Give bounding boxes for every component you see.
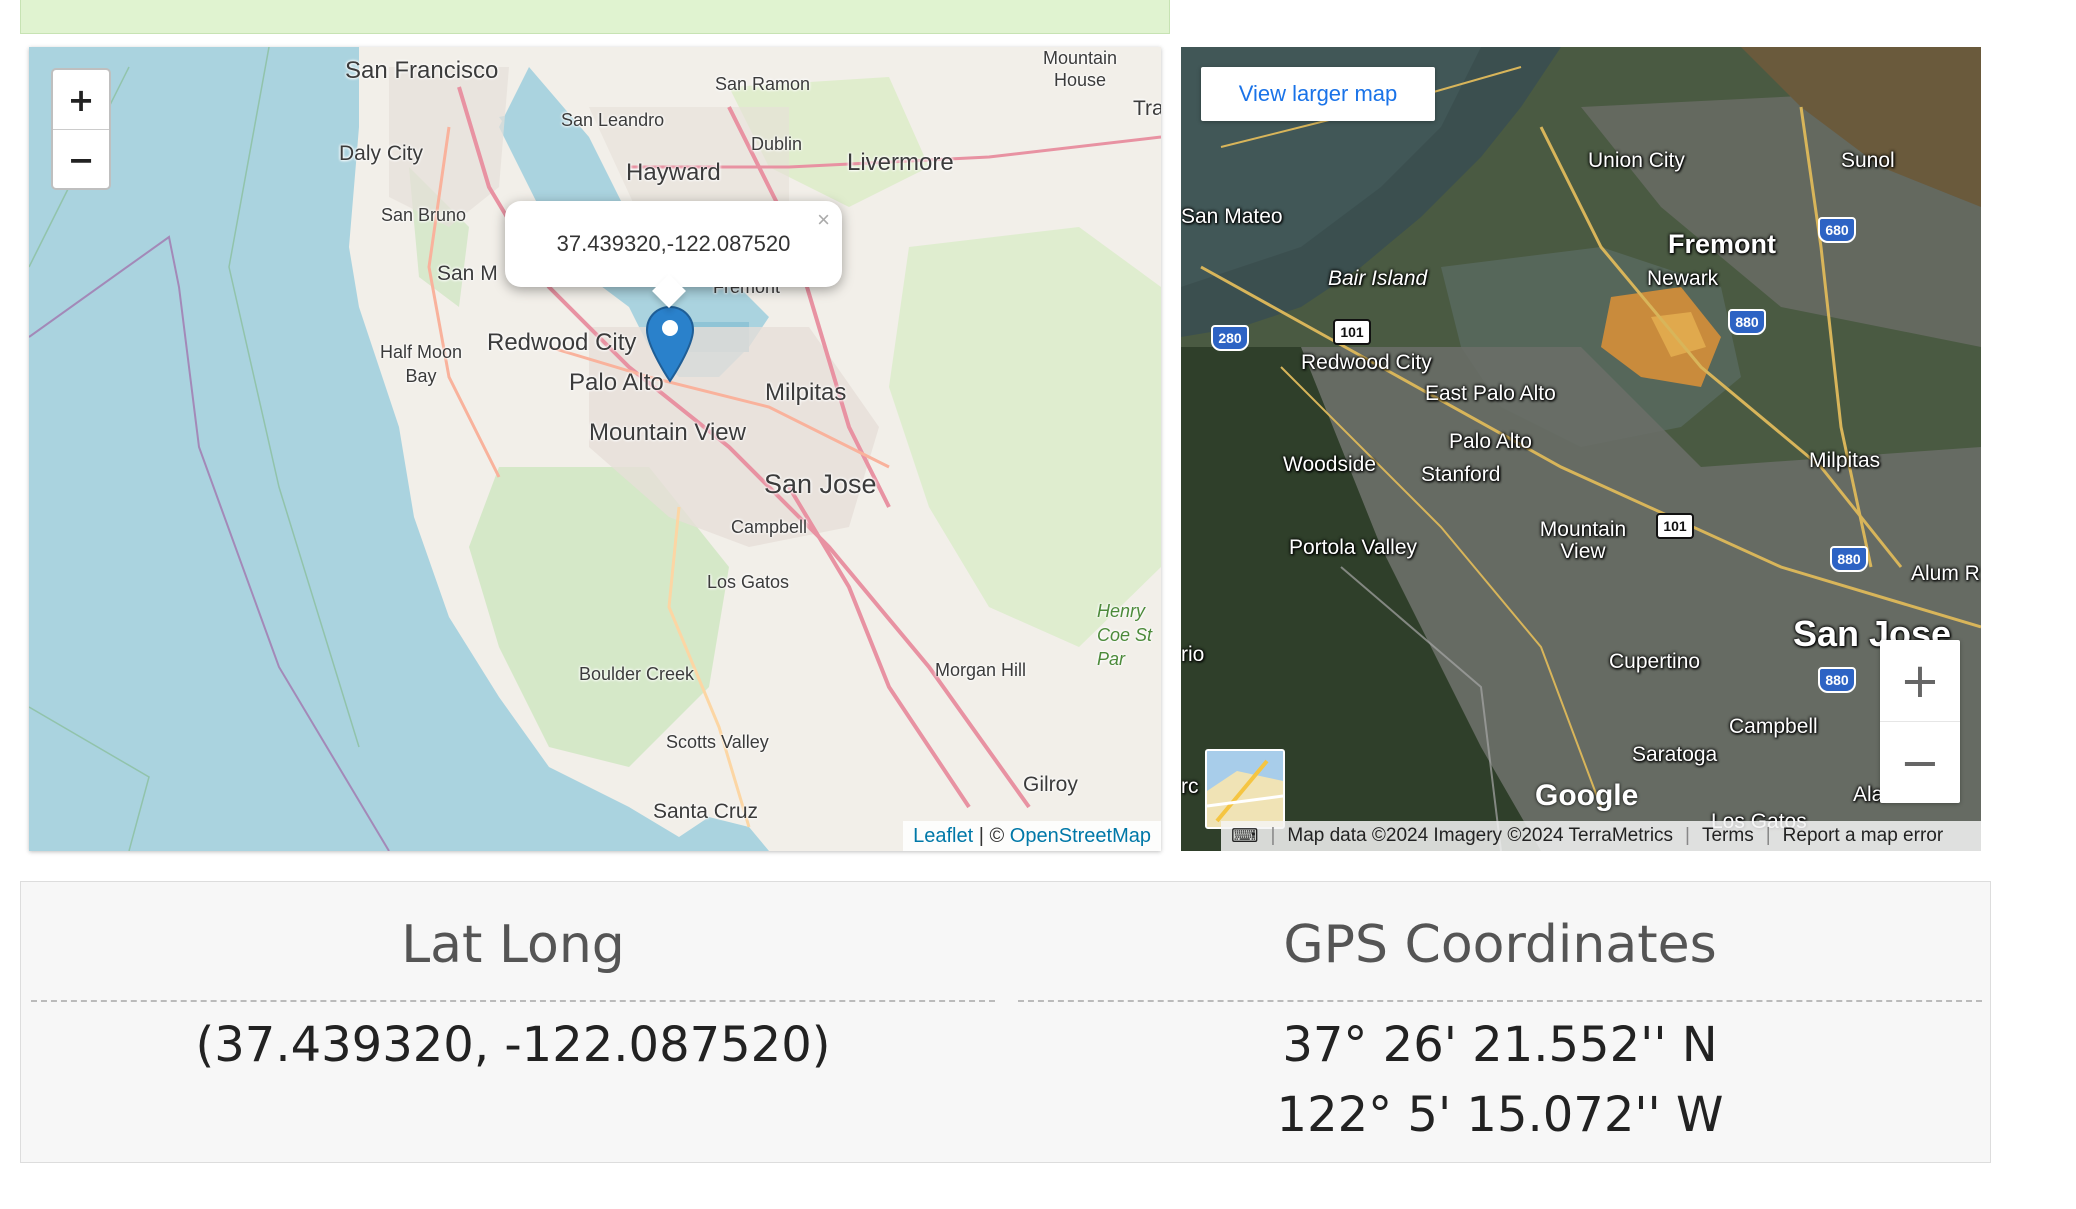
us-101-shield: 101	[1333, 319, 1371, 345]
google-map-data: Map data ©2024 Imagery ©2024 TerraMetric…	[1287, 825, 1674, 846]
gps-column: GPS Coordinates 37° 26' 21.552'' N 122° …	[1018, 882, 1982, 1162]
glabel-cupertino: Cupertino	[1609, 650, 1701, 673]
popup-coordinates: 37.439320,-122.087520	[556, 231, 791, 256]
google-zoom-out-button[interactable]: −	[1880, 722, 1960, 803]
interstate-880-shield: 880	[1728, 309, 1766, 335]
label-san-jose: San Jose	[764, 469, 877, 499]
glabel-fremont: Fremont	[1668, 229, 1776, 259]
label-half-moon-bay: Half Moon Bay	[379, 342, 463, 386]
glabel-stanford: Stanford	[1421, 463, 1501, 486]
label-daly-city: Daly City	[339, 142, 424, 165]
google-satellite-map[interactable]: Union City Sunol San Mateo Fremont Newar…	[1181, 47, 1981, 851]
label-san-leandro: San Leandro	[561, 110, 665, 130]
map-attribution: Leaflet | © OpenStreetMap	[903, 821, 1161, 851]
label-san-m: San M	[437, 262, 498, 285]
us-101-shield: 101	[1656, 513, 1694, 539]
glabel-woodside: Woodside	[1283, 453, 1377, 476]
map-layer-icon	[1207, 751, 1283, 827]
latlong-column: Lat Long (37.439320, -122.087520)	[31, 882, 995, 1162]
glabel-sunol: Sunol	[1841, 149, 1895, 172]
label-san-ramon: San Ramon	[715, 74, 811, 94]
glabel-campbell: Campbell	[1729, 715, 1818, 738]
label-santa-cruz: Santa Cruz	[653, 800, 759, 823]
label-dublin: Dublin	[751, 134, 803, 154]
leaflet-map[interactable]: San Francisco Mountain House San Ramon T…	[29, 47, 1161, 851]
label-redwood-city: Redwood City	[487, 329, 637, 356]
label-boulder-creek: Boulder Creek	[579, 664, 695, 684]
interstate-680-shield: 680	[1818, 217, 1856, 243]
gps-header: GPS Coordinates	[1018, 882, 1982, 1002]
coordinates-results: Lat Long (37.439320, -122.087520) GPS Co…	[20, 881, 1991, 1163]
label-mountain-house: Mountain House	[1042, 48, 1118, 90]
label-scotts-valley: Scotts Valley	[666, 732, 769, 752]
report-map-error-link[interactable]: Report a map error	[1783, 821, 1944, 851]
latlong-header: Lat Long	[31, 882, 995, 1002]
glabel-redwood-city: Redwood City	[1301, 351, 1432, 374]
google-zoom-control: + −	[1880, 640, 1960, 803]
gps-longitude: 122° 5' 15.072'' W	[1276, 1087, 1724, 1143]
label-morgan-hill: Morgan Hill	[935, 660, 1027, 680]
glabel-east-palo-alto: East Palo Alto	[1425, 382, 1556, 405]
interstate-880-shield: 880	[1818, 667, 1856, 693]
google-logo: Google	[1535, 779, 1639, 812]
label-campbell: Campbell	[731, 517, 808, 537]
glabel-san-mateo: San Mateo	[1181, 205, 1283, 228]
glabel-newark: Newark	[1647, 267, 1719, 290]
zoom-in-button[interactable]: +	[53, 70, 109, 130]
glabel-rio: rio	[1181, 643, 1205, 666]
view-larger-map-button[interactable]: View larger map	[1201, 67, 1435, 121]
attribution-separator: | ©	[973, 825, 1010, 847]
gps-latitude: 37° 26' 21.552'' N	[1282, 1017, 1718, 1073]
label-milpitas: Milpitas	[765, 379, 847, 406]
glabel-union-city: Union City	[1588, 149, 1685, 172]
interstate-880-shield: 880	[1830, 546, 1868, 572]
glabel-bair-island: Bair Island	[1328, 267, 1428, 290]
latlong-value: (37.439320, -122.087520)	[195, 1017, 831, 1073]
glabel-alum: Alum R	[1911, 562, 1980, 585]
label-san-francisco: San Francisco	[345, 57, 499, 84]
zoom-out-button[interactable]: −	[53, 130, 109, 189]
popup-close-icon[interactable]: ×	[817, 207, 830, 233]
leaflet-zoom-control: + −	[51, 68, 111, 190]
label-gilroy: Gilroy	[1023, 773, 1078, 796]
label-hayward: Hayward	[626, 159, 721, 186]
leaflet-link[interactable]: Leaflet	[913, 825, 973, 847]
glabel-rc: rc	[1181, 775, 1199, 798]
terms-link[interactable]: Terms	[1702, 821, 1754, 851]
label-livermore: Livermore	[847, 149, 954, 176]
glabel-alamitos: Ala	[1853, 783, 1884, 806]
label-tra: Tra	[1133, 97, 1161, 120]
glabel-mountain-view: Mountain View	[1539, 518, 1627, 563]
keyboard-shortcuts-icon[interactable]: ⌨	[1231, 821, 1258, 851]
label-mountain-view: Mountain View	[589, 419, 746, 446]
street-map-tiles	[29, 47, 1161, 851]
top-banner	[20, 0, 1170, 34]
glabel-milpitas: Milpitas	[1809, 449, 1881, 472]
interstate-280-shield: 280	[1211, 325, 1249, 351]
glabel-palo-alto: Palo Alto	[1449, 430, 1532, 453]
map-pin-icon[interactable]	[645, 305, 695, 388]
label-henry-coe: Henry Coe St Par	[1097, 601, 1153, 669]
glabel-portola-valley: Portola Valley	[1289, 536, 1418, 559]
openstreetmap-link[interactable]: OpenStreetMap	[1010, 825, 1151, 847]
label-los-gatos: Los Gatos	[707, 572, 790, 592]
google-attribution-bar: ⌨ | Map data ©2024 Imagery ©2024 TerraMe…	[1221, 821, 1981, 851]
google-zoom-in-button[interactable]: +	[1880, 640, 1960, 722]
label-san-bruno: San Bruno	[381, 205, 467, 225]
map-type-toggle-thumbnail[interactable]	[1205, 749, 1285, 829]
marker-popup: 37.439320,-122.087520 ×	[505, 201, 842, 308]
glabel-saratoga: Saratoga	[1632, 743, 1718, 766]
